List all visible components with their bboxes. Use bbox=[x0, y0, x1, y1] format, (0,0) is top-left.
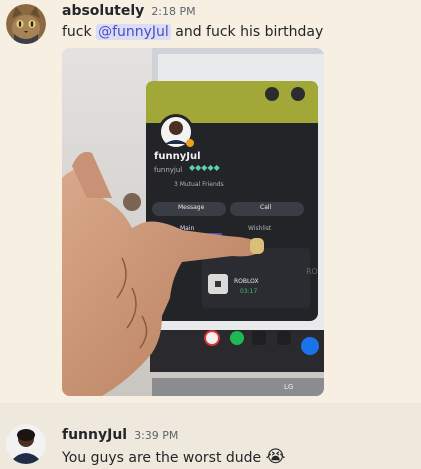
message-author[interactable]: absolutely bbox=[62, 3, 144, 19]
tab-main[interactable]: Main bbox=[180, 225, 194, 232]
cat-avatar-icon[interactable] bbox=[6, 4, 46, 44]
activity-time: 03:17 bbox=[240, 288, 258, 295]
crying-emoji[interactable]: 😭 bbox=[266, 447, 286, 467]
profile-badges: ◆◆◆◆◆ bbox=[189, 163, 220, 172]
activity-title: ROBLOX bbox=[234, 278, 259, 285]
profile-name: funnyJul bbox=[154, 151, 201, 162]
message-text: You guys are the worst dude bbox=[62, 450, 266, 466]
message-text: and fuck his birthday bbox=[170, 24, 324, 40]
attachment-photo bbox=[62, 48, 324, 396]
tv-logo: LG bbox=[284, 383, 294, 391]
message-timestamp[interactable]: 3:39 PM bbox=[134, 429, 178, 442]
message-author[interactable]: funnyJul bbox=[62, 427, 127, 443]
message-button[interactable]: Message bbox=[178, 204, 204, 211]
image-attachment[interactable]: funnyJul funnyjul ◆◆◆◆◆ 3 Mutual Friends… bbox=[62, 48, 324, 396]
profile-handle: funnyjul bbox=[154, 166, 183, 174]
side-text: RO bbox=[306, 267, 318, 276]
message-2: funnyJul 3:39 PM You guys are the worst … bbox=[0, 403, 421, 469]
call-button[interactable]: Call bbox=[260, 204, 271, 211]
message-1: absolutely 2:18 PM fuck @funnyJul and fu… bbox=[0, 0, 421, 400]
message-content: You guys are the worst dude 😭 bbox=[62, 447, 285, 467]
person-avatar-icon[interactable] bbox=[6, 424, 46, 464]
mutual-friends: 3 Mutual Friends bbox=[174, 181, 224, 188]
message-text: fuck bbox=[62, 24, 97, 40]
message-content: fuck @funnyJul and fuck his birthday bbox=[62, 24, 323, 40]
tab-wishlist[interactable]: Wishlist bbox=[248, 225, 271, 232]
message-timestamp[interactable]: 2:18 PM bbox=[151, 5, 195, 18]
user-mention[interactable]: @funnyJul bbox=[96, 24, 171, 40]
